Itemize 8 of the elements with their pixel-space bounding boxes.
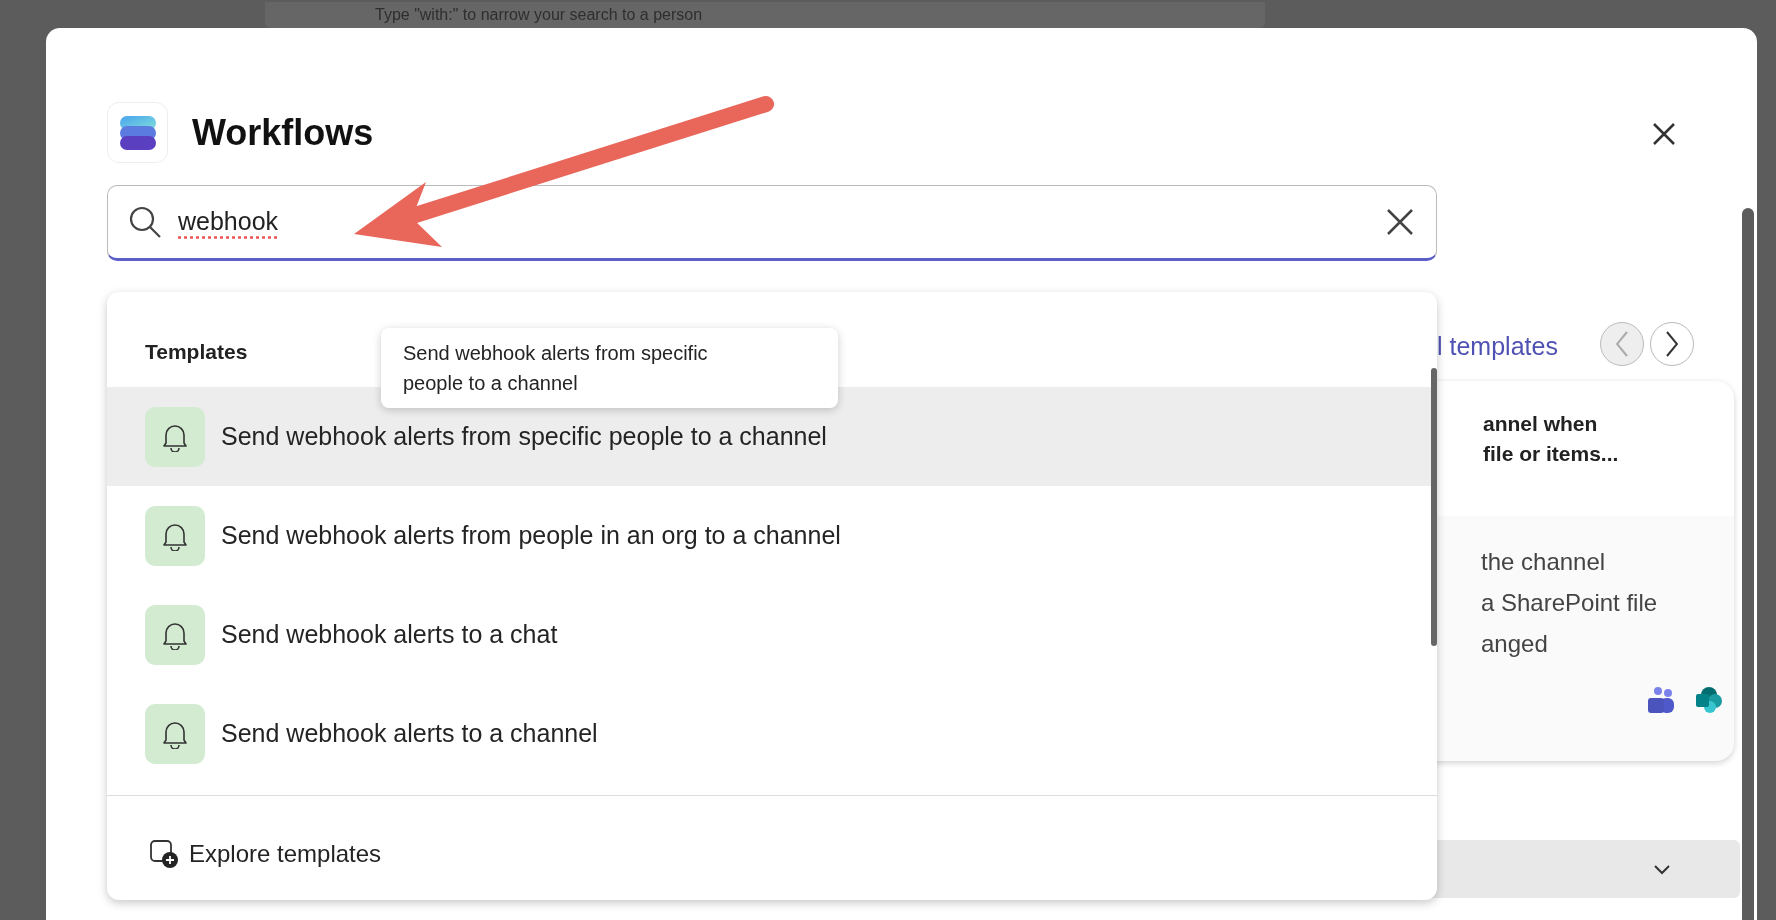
dialog-title: Workflows xyxy=(192,110,374,155)
card-description: anged xyxy=(1481,629,1549,659)
tooltip: Send webhook alerts from specific people to a channel xyxy=(381,328,838,408)
section-heading: Templates xyxy=(145,339,249,365)
card-description: the channel xyxy=(1481,547,1607,577)
card-title: file or items... xyxy=(1483,441,1620,467)
card-title: annel when xyxy=(1483,411,1599,437)
card-description: a SharePoint file xyxy=(1481,588,1659,618)
